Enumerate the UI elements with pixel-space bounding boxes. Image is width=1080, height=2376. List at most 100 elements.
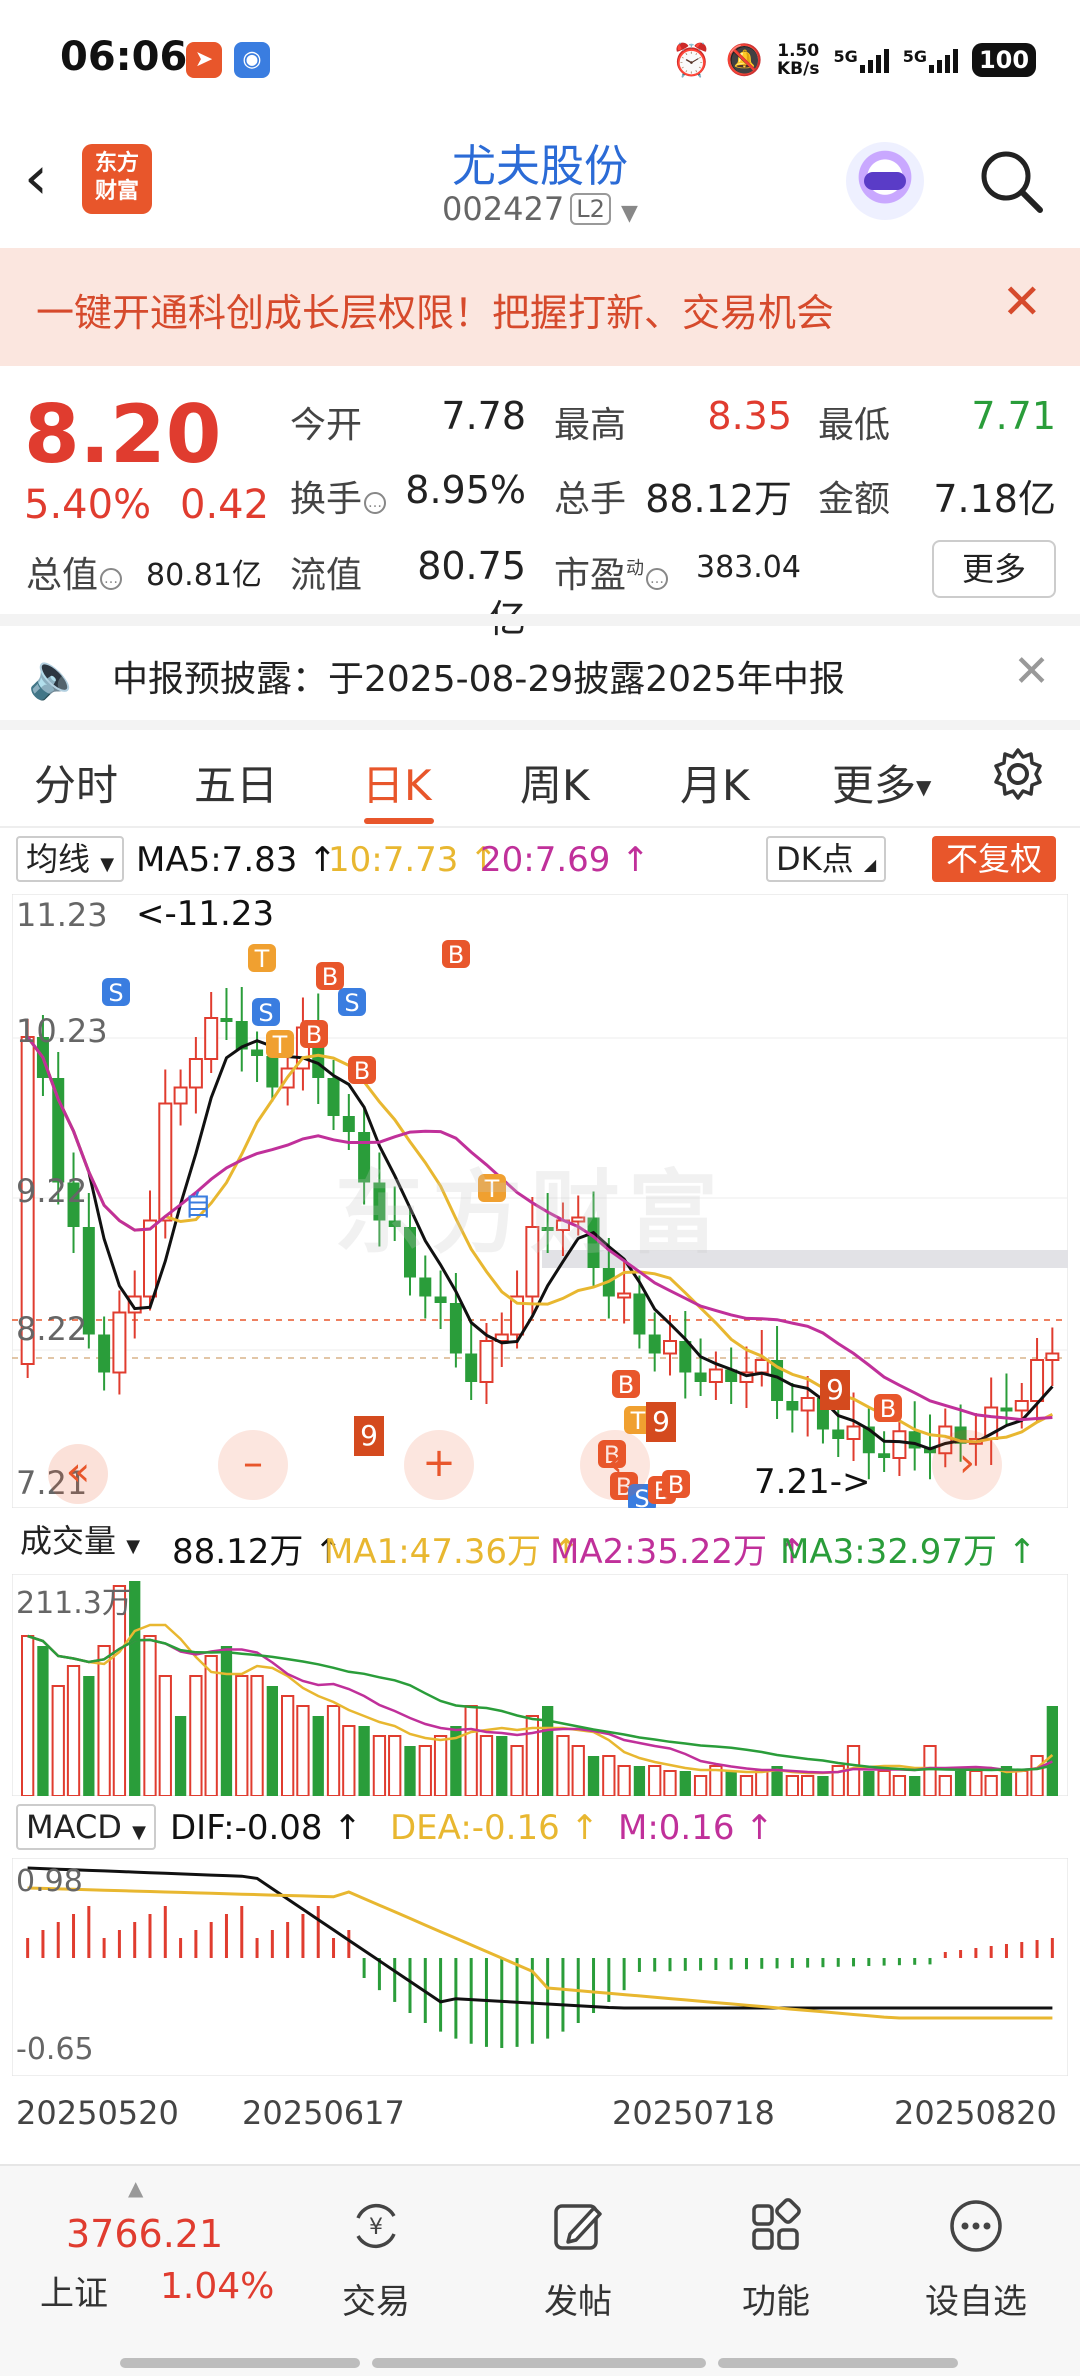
macd-axis-bottom: -0.65 — [16, 2032, 94, 2067]
candle-body — [52, 1078, 65, 1183]
volume-bar — [755, 1770, 769, 1797]
macd-selector[interactable]: MACD ▼ — [16, 1804, 156, 1850]
kline-chart[interactable]: BSSSBBBTTTTTTTTBBBBSBB 11.23 10.23 9.22 … — [11, 893, 1069, 1953]
volume-bar — [418, 1745, 432, 1797]
vol-ma1: MA1:47.36万 ↑ — [324, 1532, 581, 1572]
dk-point-selector[interactable]: DK点 ◢ — [766, 836, 887, 882]
self-select-marker: 自 — [184, 1189, 213, 1222]
scroll-left-icon[interactable]: ‹ — [580, 1430, 650, 1500]
trade-signal-marker: B — [300, 1020, 328, 1049]
volume-bar — [693, 1775, 708, 1797]
grid-apps-icon — [752, 2198, 801, 2250]
tab-five-day[interactable]: 五日 — [194, 752, 278, 813]
tab-weekly-k[interactable]: 周K — [520, 752, 590, 813]
volume-bar — [97, 1645, 111, 1797]
nav-add-watchlist[interactable]: 设自选 — [906, 2196, 1046, 2323]
tab-intraday[interactable]: 分时 — [34, 752, 118, 813]
adjust-button[interactable]: 不复权 — [932, 836, 1057, 882]
scroll-right-icon[interactable]: › — [932, 1430, 1002, 1500]
stock-code: 002427 — [442, 190, 565, 228]
open-label: 今开 — [290, 405, 363, 446]
trade-signal-marker: B — [442, 940, 470, 969]
collapse-arrow-icon[interactable]: ▲ — [128, 2176, 143, 2200]
volume-bar — [739, 1775, 754, 1797]
max-price-label: <-11.23 — [136, 894, 275, 934]
min-price-label: 7.21-> — [754, 1462, 871, 1502]
more-button[interactable]: 更多 — [932, 540, 1056, 598]
report-notice[interactable]: 🔈 中报预披露：于2025-08-29披露2025年中报 ✕ — [0, 626, 1080, 722]
quote-panel: 8.20 5.40% 0.42 今开 7.78 最高 8.35 最低 7.71 … — [0, 366, 1080, 641]
trade-signal-marker: T — [266, 1030, 294, 1059]
close-icon[interactable]: ✕ — [1002, 274, 1042, 330]
assistant-robot-icon[interactable] — [846, 142, 924, 220]
promo-banner[interactable]: 一键开通科创成长层权限！把握打新、交易机会 ✕ — [0, 248, 1080, 366]
volume-bar — [204, 1655, 218, 1797]
index-name[interactable]: 上证 — [40, 2266, 108, 2315]
trade-signal-marker: B — [612, 1370, 640, 1399]
volume-bar — [83, 1676, 95, 1796]
nav-function[interactable]: 功能 — [706, 2196, 846, 2323]
candle-body — [1030, 1359, 1045, 1402]
candle-body — [892, 1430, 907, 1459]
zoom-in-icon[interactable]: + — [404, 1430, 474, 1500]
svg-text:S: S — [108, 979, 123, 1007]
scroll-fast-left-icon[interactable]: « — [48, 1444, 108, 1504]
candle-body — [878, 1453, 891, 1458]
dropdown-triangle-icon: ▼ — [916, 775, 932, 799]
ma-selector[interactable]: 均线 ▼ — [16, 836, 125, 882]
nav-trade[interactable]: ¥ 交易 — [306, 2196, 446, 2323]
candle-body — [188, 1058, 203, 1089]
candle-body — [786, 1401, 799, 1411]
volume-bar — [312, 1716, 324, 1796]
macd-chart[interactable]: 0.98 -0.65 — [11, 1857, 1069, 2077]
info-icon[interactable]: … — [364, 492, 387, 514]
volume-bar — [479, 1735, 494, 1797]
axis-label-3: 9.22 — [16, 1172, 88, 1210]
info-icon[interactable]: … — [100, 568, 123, 590]
search-icon[interactable] — [976, 146, 1046, 216]
zoom-out-icon[interactable]: – — [218, 1430, 288, 1500]
volume-bar — [189, 1675, 203, 1797]
tab-monthly-k[interactable]: 月K — [680, 752, 750, 813]
alarm-icon: ⏰ — [671, 41, 712, 79]
mute-bell-icon: 🔕 — [725, 42, 763, 78]
svg-text:B: B — [322, 963, 338, 991]
float-label: 流值 — [290, 555, 363, 596]
tab-daily-k[interactable]: 日K — [362, 752, 432, 813]
nav-post[interactable]: 发帖 — [508, 2196, 648, 2323]
volume-bar — [1030, 1755, 1044, 1797]
volume-selector[interactable]: 成交量 ▼ — [16, 1520, 148, 1566]
macd-m: M:0.16 ↑ — [618, 1808, 774, 1848]
volume-bar — [326, 1705, 341, 1797]
ma10-value: 10:7.73 ↑ — [328, 840, 498, 880]
trade-signal-marker: B — [316, 962, 344, 991]
svg-text:B: B — [618, 1371, 634, 1399]
low-label: 最低 — [818, 405, 891, 446]
high-value: 8.35 — [707, 394, 792, 438]
gear-icon[interactable] — [990, 746, 1046, 802]
volume-bar — [404, 1746, 416, 1796]
app-notification-icon: ➤ — [186, 42, 222, 78]
volume-bar — [587, 1756, 600, 1796]
nine-signal-marker: 9 — [820, 1370, 850, 1410]
edit-icon — [554, 2204, 602, 2250]
change-percent: 5.40% — [24, 482, 152, 528]
volume-bar — [984, 1775, 998, 1797]
candle-body — [220, 1018, 233, 1022]
candle-body — [1045, 1352, 1060, 1361]
info-icon[interactable]: … — [646, 568, 669, 590]
volume-bar — [158, 1675, 172, 1797]
volume-chart[interactable]: 211.3万 — [11, 1573, 1069, 1797]
volume-bar — [250, 1675, 264, 1797]
macd-axis-top: 0.98 — [16, 1864, 83, 1899]
index-value[interactable]: 3766.21 — [66, 2212, 223, 2256]
active-tab-underline — [364, 818, 434, 824]
nine-signal-marker: 9 — [646, 1402, 676, 1442]
trade-signal-marker: S — [252, 998, 280, 1027]
volume-bar — [66, 1665, 81, 1797]
status-indicators: ⏰ 🔕 1.50 KB/s 5G 5G 100 — [672, 38, 1036, 82]
candle-body — [1014, 1400, 1029, 1412]
axis-label-top: 11.23 — [16, 896, 108, 934]
close-icon[interactable]: ✕ — [1013, 646, 1050, 697]
tab-more[interactable]: 更多▼ — [832, 752, 931, 813]
